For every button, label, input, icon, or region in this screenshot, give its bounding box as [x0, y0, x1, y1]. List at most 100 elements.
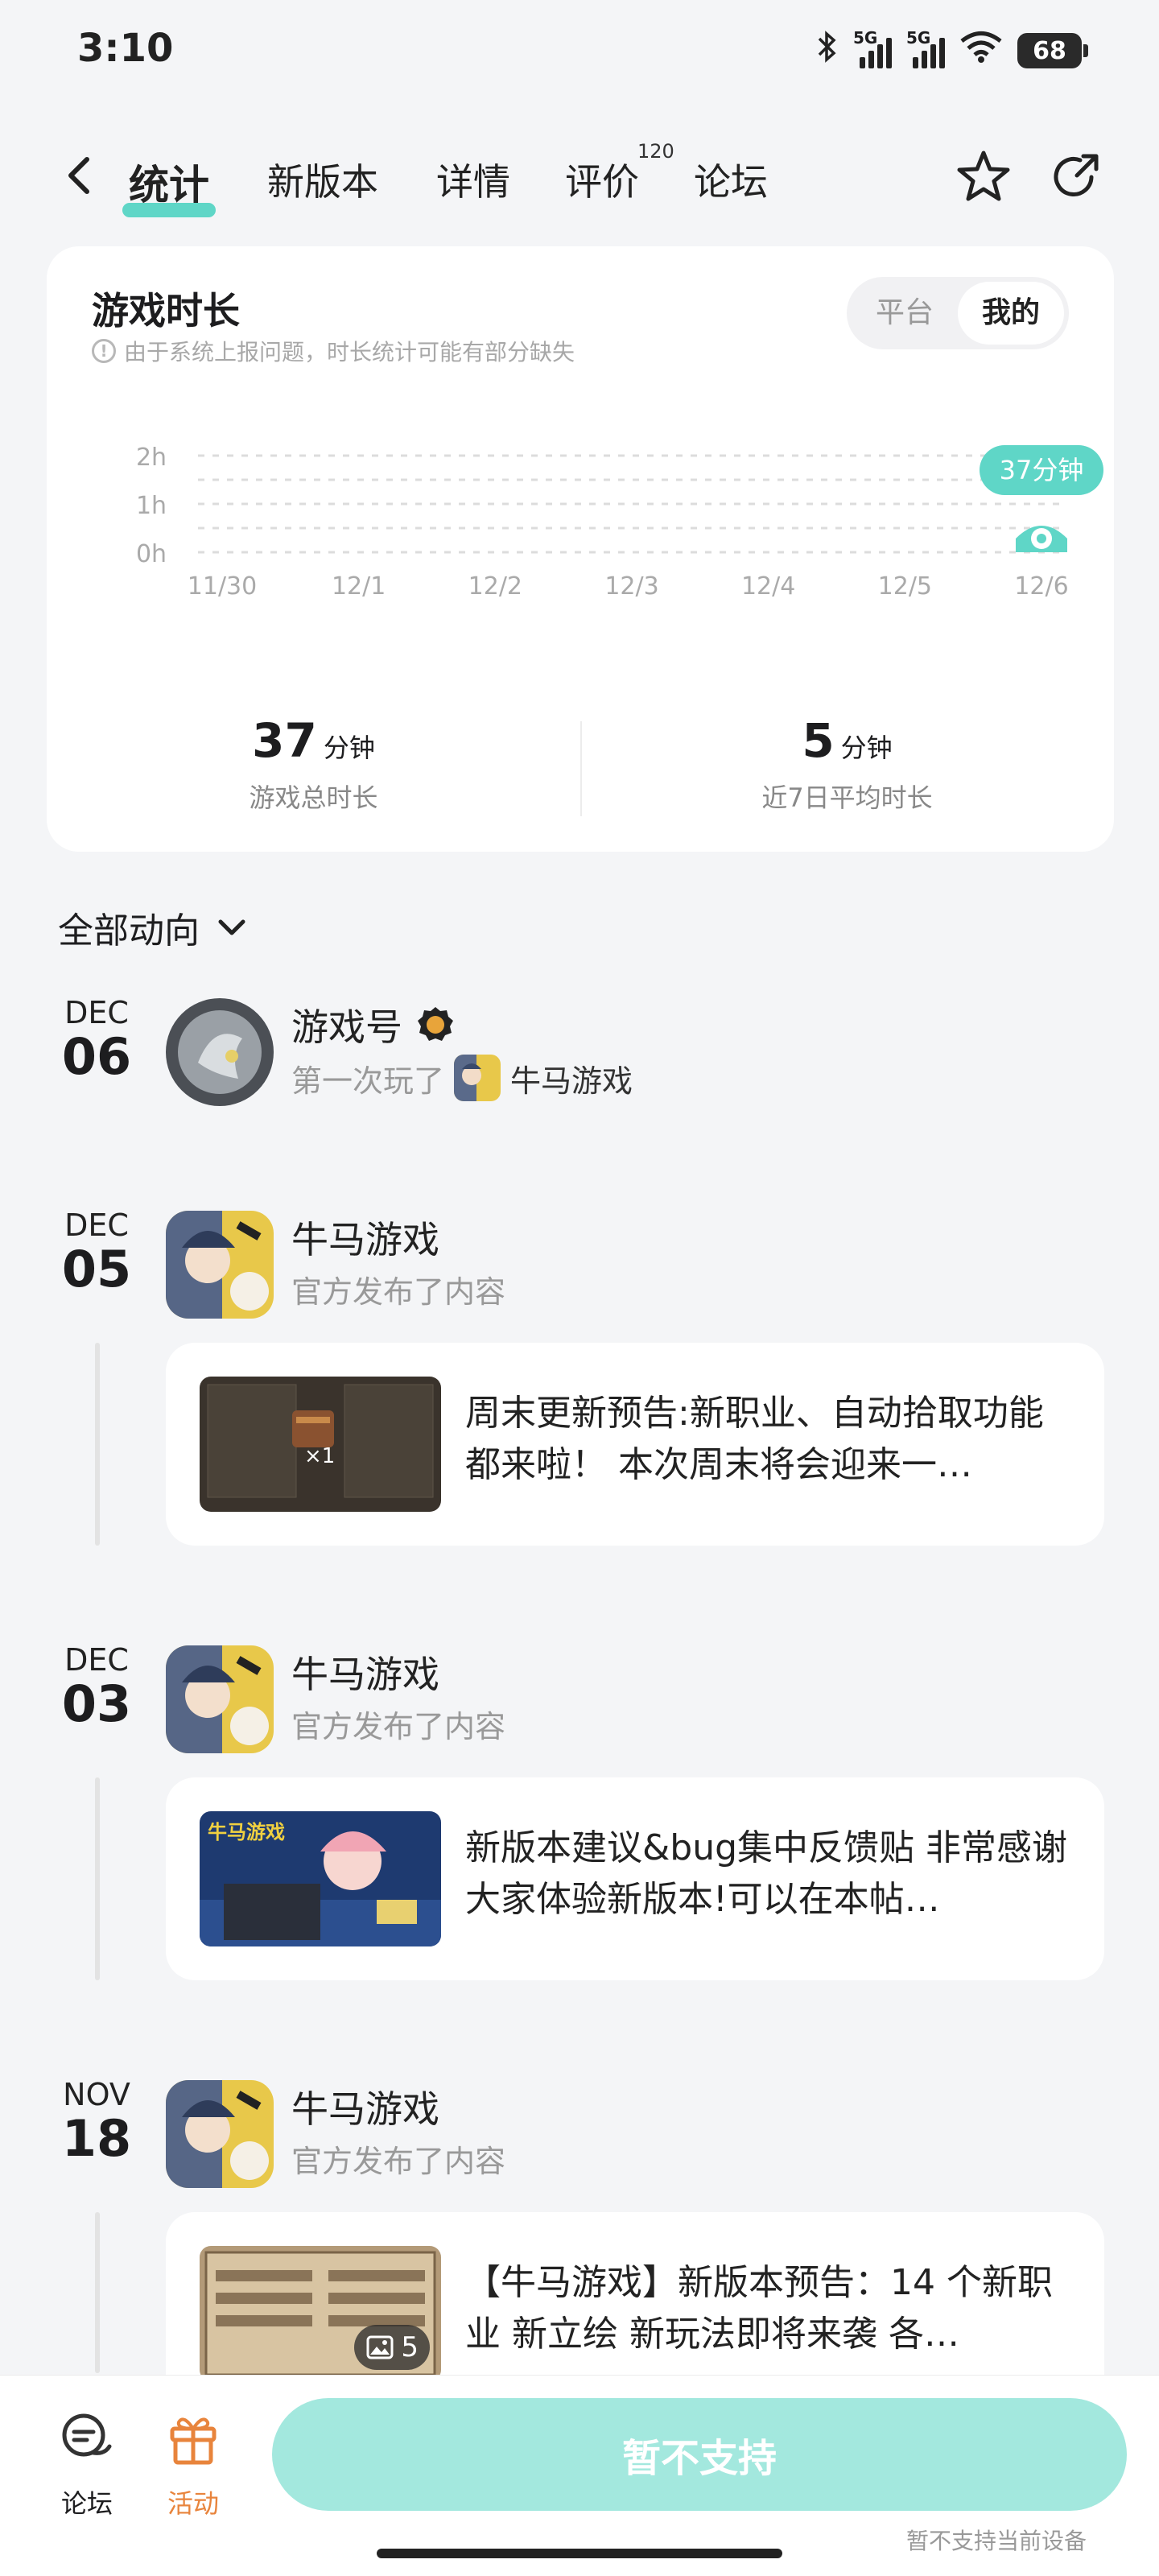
forum-label: 论坛: [60, 2488, 113, 2519]
favorite-button[interactable]: [953, 147, 1014, 208]
home-indicator[interactable]: [377, 2549, 782, 2558]
user-name: 游戏号: [291, 1005, 402, 1049]
filter-label: 全部动向: [58, 910, 200, 952]
forum-icon: [62, 2413, 112, 2457]
y-tick-label: 2h: [136, 444, 167, 472]
entry-date: NOV 18: [48, 2077, 145, 2165]
entry-subtitle: 官方发布了内容: [291, 1709, 506, 1744]
platform-toggle: 平台 我的: [847, 277, 1069, 349]
chevron-down-icon: [218, 919, 245, 935]
post-text: 新版本建议&bug集中反馈贴 非常感谢大家体验新版本!可以在本帖…: [465, 1827, 1068, 1920]
entry-day: 18: [61, 2109, 132, 2168]
star-icon: [957, 151, 1010, 201]
play-time-card: 游戏时长 ! 由于系统上报问题，时长统计可能有部分缺失 平台 我的 0h 1h 2h…: [47, 246, 1114, 852]
totals-row: 37 分钟 游戏总时长 5 分钟 近7日平均时长: [47, 713, 1114, 826]
data-label: 37分钟: [1000, 455, 1084, 485]
activity-button[interactable]: 活动: [145, 2408, 241, 2520]
tab-stats-label: 统计: [129, 162, 209, 208]
entry-date: DEC 03: [48, 1642, 145, 1731]
y-tick-label: 1h: [136, 492, 167, 520]
entry-day: 05: [61, 1240, 132, 1298]
total-playtime: 37 分钟 游戏总时长: [47, 713, 580, 815]
network-label-2: 5G: [906, 28, 931, 47]
x-tick-label: 12/6: [1014, 572, 1068, 601]
entry-month: NOV: [63, 2077, 130, 2112]
post-thumbnail: 牛马游戏: [200, 1811, 441, 1946]
info-icon: !: [92, 339, 116, 363]
status-time: 3:10: [77, 26, 174, 71]
game-name[interactable]: 牛马游戏: [291, 1645, 439, 1699]
signal-icon: 5G: [853, 28, 892, 68]
top-nav: 统计 新版本 详情 评价 120 论坛: [0, 129, 1159, 225]
toggle-platform[interactable]: 平台: [852, 282, 958, 345]
wifi-icon: [959, 31, 1003, 71]
activity-label: 活动: [167, 2488, 219, 2519]
thumb-caption: ×1: [304, 1444, 336, 1468]
tab-stats[interactable]: 统计: [122, 153, 216, 217]
status-bar: 3:10 5G 5G 68: [0, 0, 1159, 105]
signal-icon-2: 5G: [906, 28, 945, 68]
entry-subtitle-prefix: 第一次玩了: [291, 1063, 445, 1099]
image-count: 5: [401, 2331, 419, 2363]
bar-marker-dot: [1037, 534, 1046, 543]
share-button[interactable]: [1045, 147, 1106, 208]
post-thumbnail: 5: [200, 2246, 441, 2381]
entry-month: DEC: [64, 1642, 129, 1678]
play-time-chart: 0h 1h 2h 11/30 12/1 12/2 12/3 12/4 12/5 12/6 37分钟: [136, 444, 1103, 601]
avg-unit: 分钟: [840, 733, 893, 763]
total-caption: 游戏总时长: [249, 782, 378, 813]
status-icons: 5G 5G 68: [816, 28, 1088, 72]
timeline-line: [95, 1777, 100, 1980]
timeline-line: [95, 2212, 100, 2373]
share-icon: [1054, 154, 1099, 196]
entry-date: DEC 06: [48, 995, 145, 1084]
post-thumbnail: ×1: [200, 1377, 441, 1512]
x-tick-label: 12/1: [332, 572, 386, 601]
game-avatar[interactable]: [166, 1211, 274, 1319]
gift-icon: [170, 2417, 217, 2465]
tab-details[interactable]: 详情: [436, 153, 510, 206]
x-tick-label: 12/2: [468, 572, 522, 601]
verified-badge-icon: [418, 1007, 453, 1041]
tab-forum[interactable]: 论坛: [694, 153, 768, 206]
activity-filter[interactable]: 全部动向: [58, 902, 250, 953]
timeline-line: [95, 1343, 100, 1546]
entry-day: 06: [61, 1027, 132, 1086]
forum-button[interactable]: 论坛: [39, 2408, 135, 2520]
entry-subtitle: 官方发布了内容: [291, 1274, 506, 1310]
game-link[interactable]: 牛马游戏: [510, 1056, 633, 1100]
tab-forum-label: 论坛: [694, 160, 768, 204]
entry-day: 03: [61, 1674, 132, 1733]
avg-playtime: 5 分钟 近7日平均时长: [580, 713, 1114, 815]
thumb-caption: 牛马游戏: [208, 1821, 285, 1843]
avg-value: 5: [802, 713, 835, 768]
game-name[interactable]: 牛马游戏: [291, 1211, 439, 1264]
total-unit: 分钟: [323, 733, 375, 763]
card-note-text: 由于系统上报问题，时长统计可能有部分缺失: [124, 339, 575, 365]
tab-new-version[interactable]: 新版本: [267, 153, 378, 206]
reviews-count-badge: 120: [637, 140, 674, 163]
entry-subtitle: 官方发布了内容: [291, 2144, 506, 2179]
x-tick-label: 12/5: [878, 572, 932, 601]
y-tick-label: 0h: [136, 540, 167, 568]
bluetooth-icon: [816, 29, 839, 72]
unsupported-button[interactable]: 暂不支持: [272, 2398, 1127, 2511]
back-button[interactable]: [56, 151, 105, 200]
network-label: 5G: [853, 28, 878, 47]
toggle-mine[interactable]: 我的: [958, 282, 1064, 345]
user-name-row: 游戏号: [291, 998, 456, 1051]
post-card[interactable]: ×1 周末更新预告:新职业、自动拾取功能都来啦！ 本次周末将会迎来一…: [166, 1343, 1104, 1546]
battery-indicator: 68: [1017, 33, 1088, 68]
post-card[interactable]: 牛马游戏 新版本建议&bug集中反馈贴 非常感谢大家体验新版本!可以在本帖…: [166, 1777, 1104, 1980]
unsupported-note: 暂不支持当前设备: [905, 2528, 1087, 2554]
x-tick-label: 12/3: [604, 572, 658, 601]
tab-reviews[interactable]: 评价: [565, 153, 639, 206]
x-tick-label: 12/4: [741, 572, 795, 601]
x-tick-label: 11/30: [188, 572, 257, 601]
game-avatar[interactable]: [166, 2080, 274, 2188]
game-name[interactable]: 牛马游戏: [291, 2080, 439, 2133]
game-avatar[interactable]: [166, 1645, 274, 1753]
user-avatar[interactable]: [166, 998, 274, 1106]
tab-details-label: 详情: [436, 160, 510, 204]
card-note: ! 由于系统上报问题，时长统计可能有部分缺失: [92, 335, 575, 367]
